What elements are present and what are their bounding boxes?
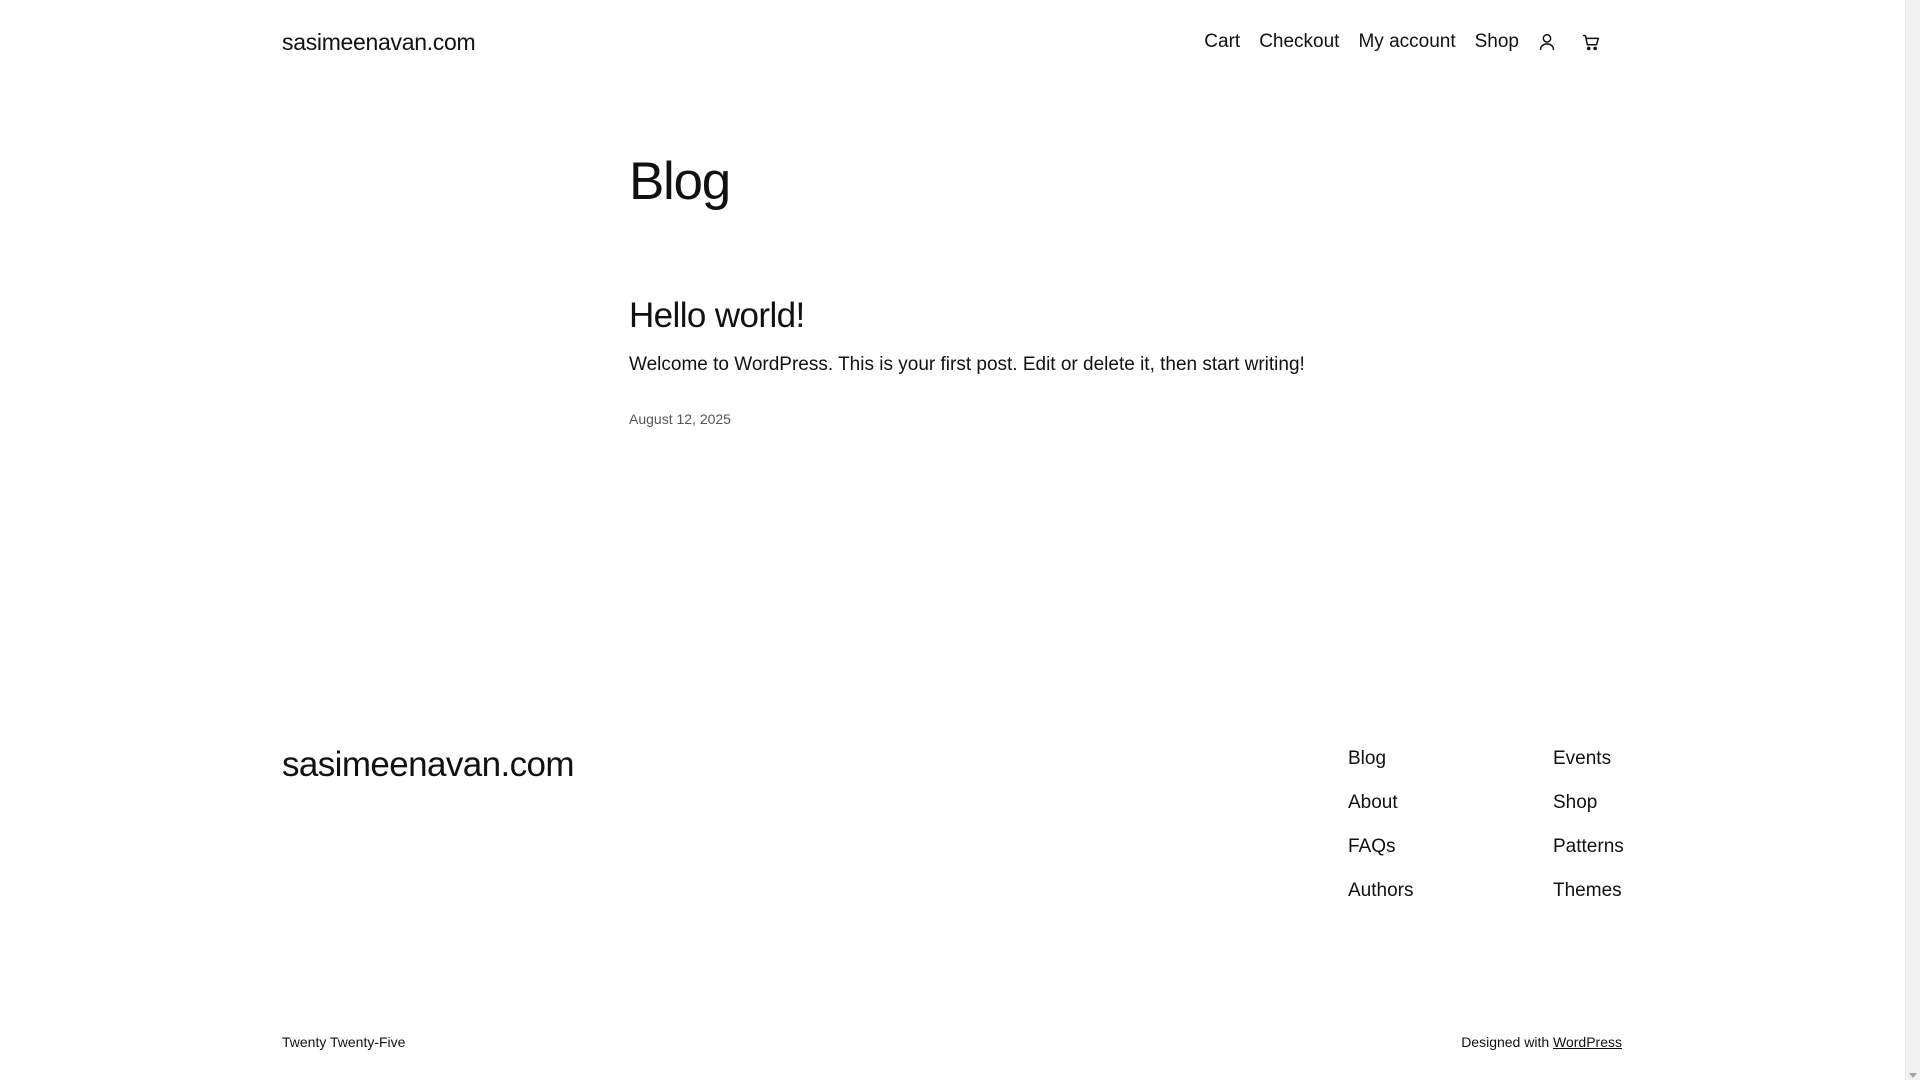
post-date[interactable]: August 12, 2025 [629,409,731,429]
nav-item-cart[interactable]: Cart [1204,26,1240,58]
designed-with-label: Designed with [1461,1034,1554,1050]
account-button[interactable] [1533,28,1561,56]
post-excerpt: Welcome to WordPress. This is your first… [629,354,1305,375]
footer-link-authors[interactable]: Authors [1348,877,1413,905]
footer-nav-column-2: Events Shop Patterns Themes [1553,745,1624,921]
post-title: Hello world! [629,292,805,340]
post-title-link[interactable]: Hello world! [629,296,805,335]
page-title: Blog [629,152,731,211]
footer-nav-column-1: Blog About FAQs Authors [1348,745,1413,921]
nav-item-checkout[interactable]: Checkout [1259,26,1339,58]
theme-credit: Twenty Twenty-Five [282,1034,406,1050]
nav-item-my-account[interactable]: My account [1358,26,1455,58]
site-title-link[interactable]: sasimeenavan.com [282,26,476,58]
shopping-cart-icon [1582,34,1600,51]
designed-with-credit: Designed with WordPress [1461,1032,1622,1052]
wordpress-link[interactable]: WordPress [1553,1034,1622,1050]
user-account-icon [1539,33,1555,51]
mini-cart-button[interactable] [1577,28,1605,56]
page: sasimeenavan.com Cart Checkout My accoun… [0,0,1905,1080]
footer-link-events[interactable]: Events [1553,745,1624,773]
footer-link-patterns[interactable]: Patterns [1553,833,1624,861]
footer-link-faqs[interactable]: FAQs [1348,833,1413,861]
footer-link-shop[interactable]: Shop [1553,789,1624,817]
nav-item-shop[interactable]: Shop [1475,26,1519,58]
scroll-down-arrow-icon[interactable] [1909,1073,1917,1078]
footer-link-blog[interactable]: Blog [1348,745,1413,773]
footer-site-title-link[interactable]: sasimeenavan.com [282,741,575,789]
vertical-scrollbar[interactable] [1905,0,1920,1080]
header-nav: Cart Checkout My account Shop [1204,26,1605,58]
footer-link-themes[interactable]: Themes [1553,877,1624,905]
footer-link-about[interactable]: About [1348,789,1413,817]
